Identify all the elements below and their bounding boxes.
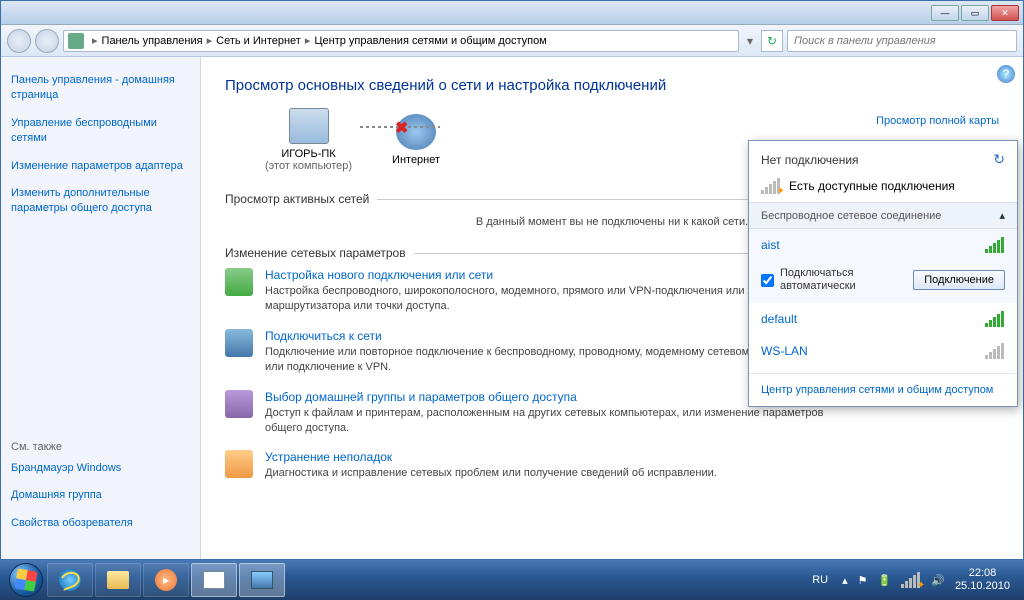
task-link[interactable]: Настройка нового подключения или сети [265,268,493,282]
battery-icon[interactable]: 🔋 [878,574,892,587]
maximize-button[interactable]: ▭ [961,5,989,21]
dropdown-icon[interactable]: ▾ [743,34,757,48]
date: 25.10.2010 [955,580,1010,593]
connect-icon [225,329,253,357]
titlebar[interactable]: — ▭ ✕ [1,1,1023,25]
nav-forward-button[interactable] [35,29,59,53]
sidebar-home-link[interactable]: Панель управления - домашняя страница [11,73,190,104]
network-center-link[interactable]: Центр управления сетями и общим доступом [761,384,993,396]
computer-icon [289,108,329,144]
wifi-network-default[interactable]: default [749,303,1017,335]
search-input[interactable] [787,30,1017,52]
chevron-right-icon[interactable]: ▸ [207,34,213,47]
minimize-button[interactable]: — [931,5,959,21]
start-button[interactable] [6,560,46,600]
available-text: Есть доступные подключения [789,179,955,193]
task-link[interactable]: Подключиться к сети [265,329,382,343]
wifi-network-wslan[interactable]: WS-LAN [749,335,1017,367]
page-title: Просмотр основных сведений о сети и наст… [225,77,999,94]
pc-sub: (этот компьютер) [265,160,352,172]
nav-back-button[interactable] [7,29,31,53]
clock[interactable]: 22:08 25.10.2010 [955,567,1010,593]
signal-strong-icon [985,311,1005,327]
task-link[interactable]: Устранение неполадок [265,450,392,464]
sidebar: Панель управления - домашняя страница Уп… [1,57,201,559]
see-also-homegroup[interactable]: Домашняя группа [11,488,190,503]
connect-button[interactable]: Подключение [913,270,1005,290]
breadcrumb-item[interactable]: Панель управления [102,35,203,47]
ie-icon [59,569,81,591]
tray-chevron-icon[interactable]: ▴ [842,574,848,587]
disconnected-icon: ✖ [395,118,408,138]
sidebar-link-sharing[interactable]: Изменить дополнительные параметры общего… [11,186,190,217]
task-desc: Настройка беспроводного, широкополосного… [265,284,825,315]
sidebar-link-wireless[interactable]: Управление беспроводными сетями [11,116,190,147]
refresh-button[interactable]: ↻ [761,30,783,52]
taskbar-ie[interactable] [47,563,93,597]
see-also-heading: См. также [11,441,190,453]
sidebar-link-adapter[interactable]: Изменение параметров адаптера [11,159,190,174]
see-also-firewall[interactable]: Брандмауэр Windows [11,461,190,476]
see-also-internet-options[interactable]: Свойства обозревателя [11,516,190,531]
chevron-right-icon[interactable]: ▸ [92,34,98,47]
breadcrumb-item[interactable]: Сеть и Интернет [216,35,301,47]
help-icon[interactable]: ? [997,65,1015,83]
task-desc: Подключение или повторное подключение к … [265,345,825,376]
chevron-right-icon[interactable]: ▸ [305,34,311,47]
breadcrumb[interactable]: ▸ Панель управления ▸ Сеть и Интернет ▸ … [63,30,739,52]
wifi-connect-panel: Подключаться автоматически Подключение [749,261,1017,303]
internet-label: Интернет [392,154,440,166]
auto-connect-checkbox[interactable] [761,274,774,287]
taskbar-explorer[interactable] [95,563,141,597]
signal-weak-icon [985,343,1005,359]
network-flyout: Нет подключения ↻ Есть доступные подключ… [748,140,1018,407]
windows-logo-icon [9,563,43,597]
task-troubleshoot: Устранение неполадок Диагностика и испра… [225,450,999,481]
taskbar-app[interactable] [191,563,237,597]
flyout-status: Есть доступные подключения [761,178,1005,194]
time: 22:08 [955,567,1010,580]
taskbar: ▸ RU ▴ ⚑ 🔋 🔊 22:08 25.10.2010 [0,560,1024,600]
wifi-network-aist[interactable]: aist [749,229,1017,261]
volume-icon[interactable]: 🔊 [931,574,945,587]
breadcrumb-item[interactable]: Центр управления сетями и общим доступом [314,35,546,47]
signal-available-icon [761,178,781,194]
troubleshoot-icon [225,450,253,478]
network-tray-icon[interactable] [901,572,921,588]
taskbar-control-panel[interactable] [239,563,285,597]
wireless-section-header[interactable]: Беспроводное сетевое соединение ▴ [749,202,1017,229]
auto-connect-label[interactable]: Подключаться автоматически [780,267,907,293]
close-button[interactable]: ✕ [991,5,1019,21]
folder-icon [107,571,129,589]
pc-name: ИГОРЬ-ПК [265,148,352,160]
action-center-icon[interactable]: ⚑ [858,574,868,587]
signal-strong-icon [985,237,1005,253]
chevron-up-icon[interactable]: ▴ [999,209,1005,222]
this-pc-node[interactable]: ИГОРЬ-ПК (этот компьютер) [265,108,352,172]
task-desc: Доступ к файлам и принтерам, расположенн… [265,406,825,437]
task-desc: Диагностика и исправление сетевых пробле… [265,466,717,481]
address-bar: ▸ Панель управления ▸ Сеть и Интернет ▸ … [1,25,1023,57]
language-indicator[interactable]: RU [808,572,832,588]
control-panel-icon [68,33,84,49]
media-player-icon: ▸ [155,569,177,591]
new-connection-icon [225,268,253,296]
task-link[interactable]: Выбор домашней группы и параметров общег… [265,390,577,404]
flyout-title: Нет подключения [761,153,859,167]
system-tray: RU ▴ ⚑ 🔋 🔊 22:08 25.10.2010 [808,567,1018,593]
taskbar-wmp[interactable]: ▸ [143,563,189,597]
app-icon [203,571,225,589]
flyout-refresh-icon[interactable]: ↻ [993,151,1005,168]
homegroup-icon [225,390,253,418]
control-panel-icon [251,571,273,589]
